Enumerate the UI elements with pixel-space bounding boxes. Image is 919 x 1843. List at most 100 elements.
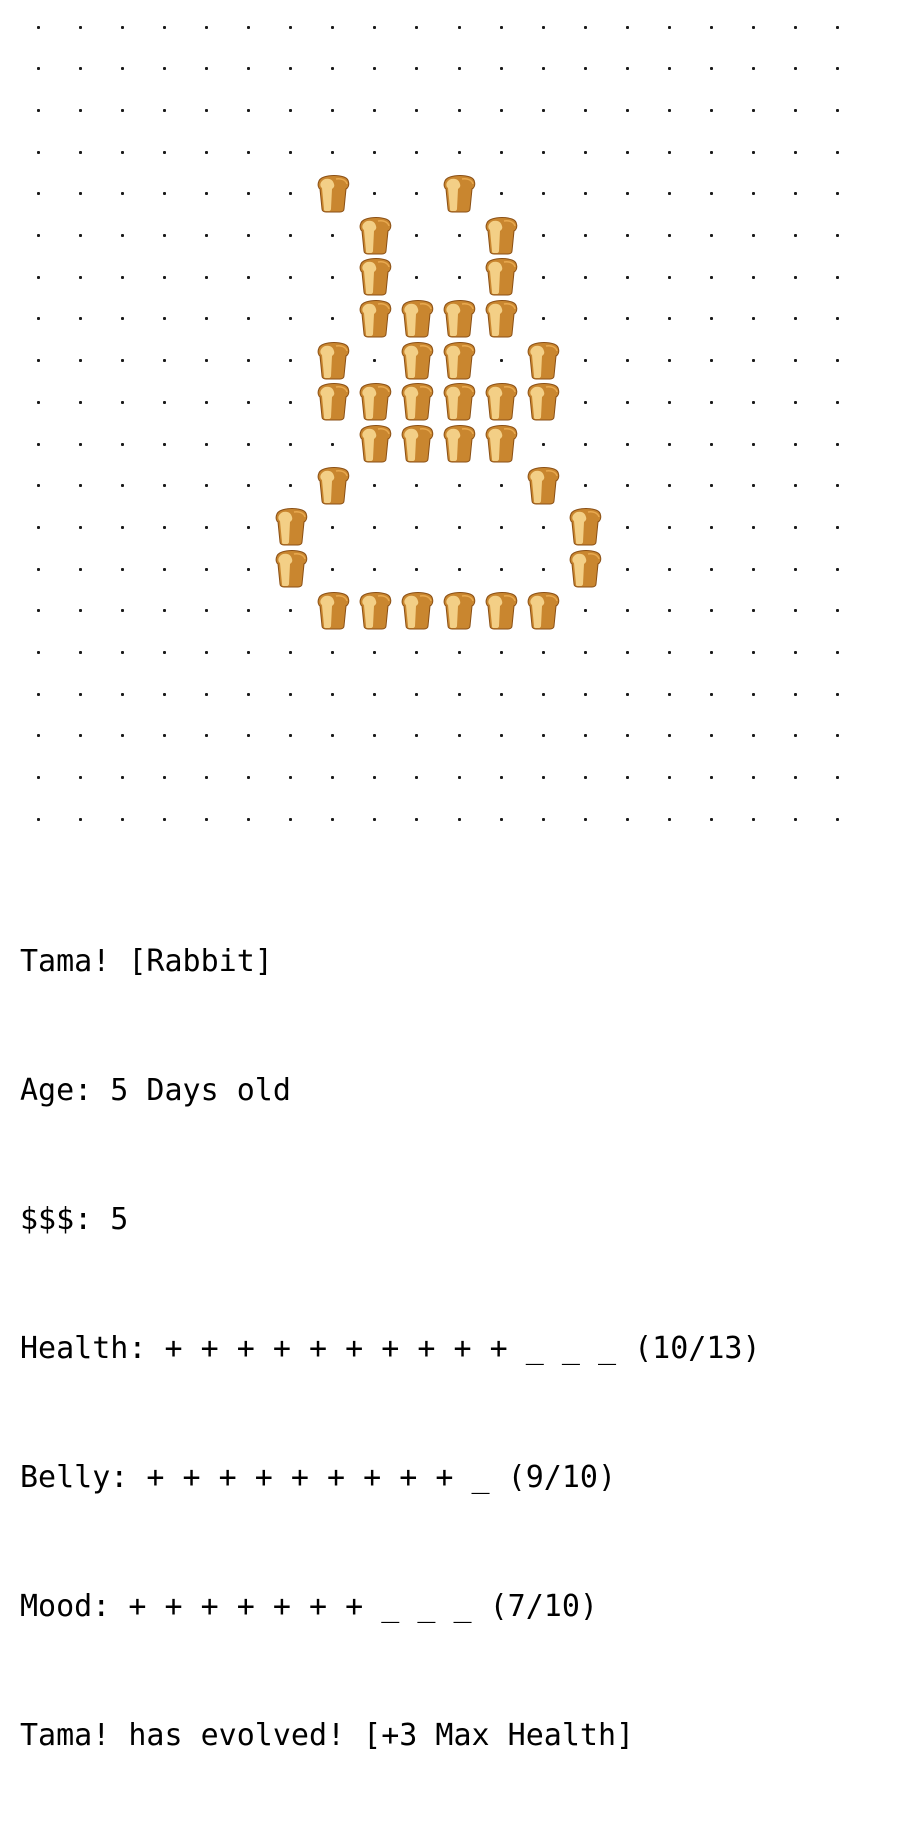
dot-icon <box>247 150 250 154</box>
dot-icon <box>289 192 293 196</box>
dot-icon <box>373 67 377 71</box>
grid-dot <box>354 632 396 674</box>
dot-icon <box>752 108 756 112</box>
dot-icon <box>625 692 629 696</box>
grid-dot <box>564 465 606 507</box>
grid-dot <box>691 673 733 715</box>
dot-icon <box>625 817 629 821</box>
grid-dot <box>522 131 564 173</box>
grid-dot <box>185 465 227 507</box>
grid-dot <box>185 215 227 257</box>
dot-icon <box>289 400 293 404</box>
dot-icon <box>289 776 293 780</box>
grid-dot <box>354 340 396 382</box>
grid-dot <box>59 298 101 340</box>
bread-icon <box>438 423 480 465</box>
grid-dot <box>649 48 691 90</box>
grid-dot <box>691 6 733 48</box>
grid-dot <box>228 632 270 674</box>
grid-dot <box>817 173 859 215</box>
grid-dot <box>733 798 775 840</box>
grid-dot <box>17 256 59 298</box>
dot-icon <box>541 525 545 529</box>
grid-dot <box>691 48 733 90</box>
dot-icon <box>625 567 629 571</box>
dot-icon <box>373 359 377 363</box>
grid-dot <box>101 298 143 340</box>
bread-icon <box>522 590 564 632</box>
dot-icon <box>836 108 840 112</box>
bread-icon <box>396 423 438 465</box>
grid-dot <box>606 89 648 131</box>
dot-icon <box>289 108 293 112</box>
dot-icon <box>120 692 124 696</box>
grid-dot <box>649 465 691 507</box>
grid-dot <box>185 131 227 173</box>
grid-dot <box>312 632 354 674</box>
grid-dot <box>59 131 101 173</box>
dot-icon <box>457 817 461 821</box>
dot-icon <box>457 234 461 237</box>
grid-dot <box>185 673 227 715</box>
dot-icon <box>752 25 756 29</box>
grid-dot <box>606 340 648 382</box>
grid-dot <box>522 673 564 715</box>
grid-dot <box>564 381 606 423</box>
dot-icon <box>162 442 166 446</box>
grid-dot <box>185 715 227 757</box>
dot-icon <box>331 442 335 446</box>
grid-dot <box>143 506 185 548</box>
bread-icon <box>312 173 354 215</box>
dot-icon <box>373 692 377 696</box>
grid-dot <box>691 340 733 382</box>
dot-icon <box>415 275 419 279</box>
dot-icon <box>289 67 293 71</box>
grid-dot <box>649 506 691 548</box>
dot-icon <box>625 609 629 613</box>
grid-dot <box>59 715 101 757</box>
dot-icon <box>78 442 82 446</box>
grid-dot <box>17 173 59 215</box>
grid-dot <box>101 173 143 215</box>
dot-icon <box>120 525 124 529</box>
grid-dot <box>354 131 396 173</box>
grid-dot <box>817 465 859 507</box>
grid-dot <box>438 548 480 590</box>
dot-icon <box>583 651 587 654</box>
grid-dot <box>17 89 59 131</box>
dot-icon <box>331 150 335 154</box>
money-count: $$$: 5 <box>20 1202 129 1237</box>
dot-icon <box>247 692 250 696</box>
dot-icon <box>583 108 587 112</box>
dot-icon <box>457 651 461 654</box>
dot-icon <box>710 317 714 321</box>
grid-dot <box>733 131 775 173</box>
grid-dot <box>228 215 270 257</box>
grid-dot <box>17 48 59 90</box>
grid-dot <box>733 715 775 757</box>
grid-dot <box>354 465 396 507</box>
dot-icon <box>289 442 293 446</box>
dot-icon <box>794 275 798 279</box>
dot-icon <box>625 234 629 237</box>
grid-dot <box>312 48 354 90</box>
grid-dot <box>564 298 606 340</box>
dot-icon <box>710 67 714 71</box>
dot-icon <box>415 651 419 654</box>
grid-dot <box>396 256 438 298</box>
dot-icon <box>541 442 545 446</box>
dot-icon <box>710 234 714 237</box>
dot-icon <box>204 317 208 321</box>
dot-icon <box>204 25 208 29</box>
grid-dot <box>606 215 648 257</box>
dot-icon <box>710 150 714 154</box>
dot-icon <box>499 776 503 780</box>
dot-icon <box>752 400 756 404</box>
dot-icon <box>120 567 124 571</box>
dot-icon <box>331 108 335 112</box>
grid-dot <box>17 548 59 590</box>
dot-icon <box>668 359 671 363</box>
grid-dot <box>480 48 522 90</box>
grid-dot <box>228 381 270 423</box>
dot-icon <box>204 734 208 738</box>
